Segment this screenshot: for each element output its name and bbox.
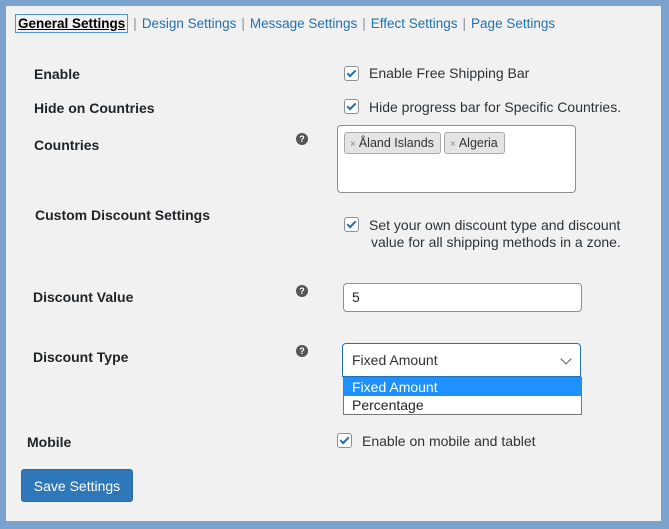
country-chip: × Algeria	[444, 132, 505, 154]
enable-label: Enable	[34, 66, 80, 82]
dropdown-option-percentage[interactable]: Percentage	[344, 396, 581, 414]
remove-icon[interactable]: ×	[450, 139, 456, 150]
countries-label: Countries	[34, 137, 100, 153]
help-icon[interactable]: ?	[296, 285, 308, 297]
custom-discount-checkbox-label: Set your own discount type and discount …	[369, 217, 621, 251]
tab-effect-settings[interactable]: Effect Settings	[371, 16, 458, 31]
mobile-checkbox-label: Enable on mobile and tablet	[362, 433, 536, 449]
discount-type-dropdown: Fixed Amount Percentage	[343, 377, 582, 415]
tab-message-settings[interactable]: Message Settings	[250, 16, 357, 31]
tab-separator: |	[133, 16, 137, 31]
hide-countries-label: Hide on Countries	[34, 100, 155, 116]
save-settings-button[interactable]: Save Settings	[21, 469, 133, 502]
custom-discount-text-line2: value for all shipping methods in a zone…	[371, 234, 621, 250]
mobile-checkbox[interactable]	[337, 433, 352, 448]
enable-checkbox-label: Enable Free Shipping Bar	[369, 65, 530, 81]
help-icon[interactable]: ?	[296, 133, 308, 145]
custom-discount-text-line1: Set your own discount type and discount	[369, 217, 621, 233]
tab-separator: |	[241, 16, 245, 31]
mobile-label: Mobile	[27, 434, 72, 450]
remove-icon[interactable]: ×	[350, 139, 356, 150]
tab-separator: |	[362, 16, 366, 31]
chevron-down-icon	[560, 353, 572, 365]
custom-discount-checkbox[interactable]	[344, 217, 359, 232]
tab-page-settings[interactable]: Page Settings	[471, 16, 555, 31]
countries-multiselect[interactable]: × Åland Islands × Algeria	[337, 125, 576, 193]
hide-countries-checkbox[interactable]	[344, 99, 359, 114]
tab-design-settings[interactable]: Design Settings	[142, 16, 237, 31]
discount-value-label: Discount Value	[33, 289, 134, 305]
discount-type-selected: Fixed Amount	[352, 352, 438, 368]
tab-separator: |	[462, 16, 467, 31]
settings-panel	[6, 6, 661, 521]
discount-type-label: Discount Type	[33, 349, 129, 365]
custom-discount-label: Custom Discount Settings	[35, 207, 211, 223]
country-chip: × Åland Islands	[344, 132, 441, 154]
hide-countries-checkbox-label: Hide progress bar for Specific Countries…	[369, 99, 622, 115]
country-chip-label: Algeria	[458, 136, 498, 150]
enable-checkbox[interactable]	[344, 66, 359, 81]
help-icon[interactable]: ?	[296, 345, 308, 357]
discount-value-input[interactable]: 5	[343, 283, 582, 312]
dropdown-option-fixed-amount[interactable]: Fixed Amount	[344, 378, 581, 396]
discount-type-select[interactable]: Fixed Amount	[342, 343, 581, 377]
tab-general-settings[interactable]: General Settings	[15, 14, 129, 33]
settings-tabs: General Settings | Design Settings | Message…	[15, 14, 555, 33]
country-chip-label: Åland Islands	[358, 136, 434, 150]
